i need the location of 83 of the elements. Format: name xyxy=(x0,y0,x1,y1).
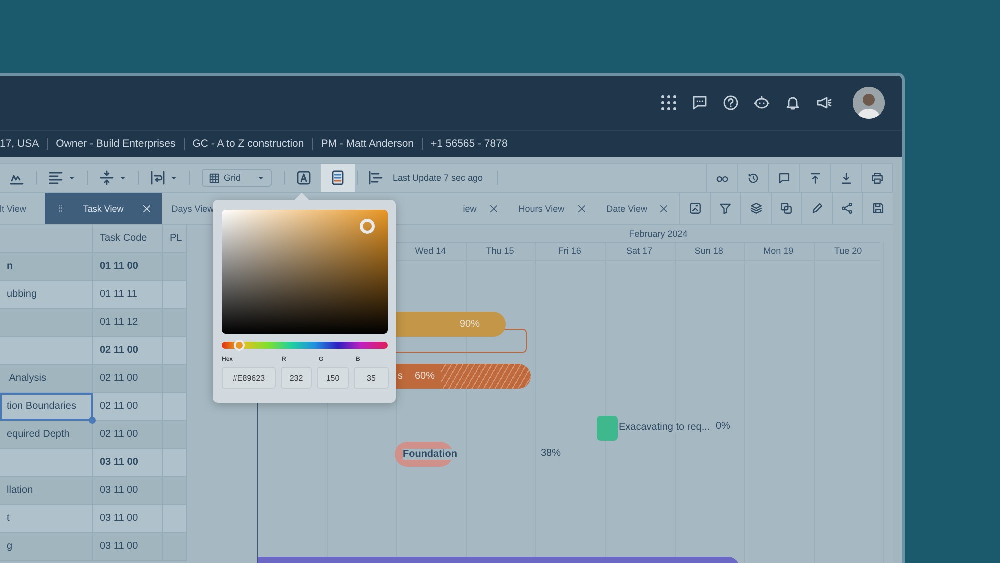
resize-handle[interactable] xyxy=(89,417,96,424)
task-bar[interactable]: s 60% xyxy=(396,364,531,389)
day-label: Thu 15 xyxy=(485,246,516,256)
close-icon xyxy=(142,204,152,214)
header-button[interactable] xyxy=(723,95,739,111)
grid-icon xyxy=(209,172,220,184)
task-label: s xyxy=(398,371,403,382)
day-label: Sun 18 xyxy=(694,246,724,256)
view-tab[interactable]: Days View xyxy=(162,193,224,224)
channel-field[interactable]: 35 xyxy=(354,367,389,389)
milestone-marker[interactable] xyxy=(597,416,618,441)
filter-icon xyxy=(719,202,732,215)
info-text: Owner - Build Enterprises xyxy=(47,138,184,150)
timeline-icon xyxy=(368,170,384,186)
close-icon xyxy=(576,204,587,214)
chat-icon xyxy=(692,95,708,111)
header-button[interactable] xyxy=(816,95,832,111)
last-update-text: Last Update 7 sec ago xyxy=(393,173,484,183)
day-label: Sat 17 xyxy=(625,246,654,256)
pencil-icon xyxy=(810,202,824,215)
hue-thumb[interactable] xyxy=(234,340,245,351)
download-icon xyxy=(840,172,852,184)
progress-label: 0% xyxy=(716,421,730,432)
table-cell: tion Boundaries xyxy=(0,393,93,421)
close-icon xyxy=(488,204,499,214)
image-edit-icon xyxy=(688,202,702,215)
day-label: Mon 19 xyxy=(762,246,795,256)
history-icon xyxy=(746,172,760,184)
upload-icon xyxy=(808,172,822,184)
view-tab[interactable]: Task View xyxy=(45,193,162,224)
grid-select[interactable]: Grid xyxy=(202,169,272,187)
view-tab[interactable]: Hours View xyxy=(508,193,597,224)
comment-icon xyxy=(778,172,790,184)
table-cell: g xyxy=(0,533,93,561)
channel-field[interactable]: 150 xyxy=(317,367,349,389)
bell-icon xyxy=(785,95,801,111)
header-button[interactable] xyxy=(692,95,708,111)
save-icon xyxy=(872,202,885,215)
info-text: +1 56565 - 7878 xyxy=(422,138,516,150)
avatar[interactable] xyxy=(853,87,885,119)
info-text: GC - A to Z construction xyxy=(184,138,312,150)
bot-icon xyxy=(754,95,770,111)
task-label: Foundation xyxy=(403,449,458,460)
progress-label: 60% xyxy=(415,371,436,382)
megaphone-icon xyxy=(816,95,832,111)
day-label: Fri 16 xyxy=(557,246,582,256)
header-button[interactable] xyxy=(661,95,677,111)
table-cell: Analysis xyxy=(0,365,93,393)
day-label: Wed 14 xyxy=(414,246,448,256)
caret-icon xyxy=(170,174,178,182)
copy-icon xyxy=(780,202,794,215)
progress-label: 38% xyxy=(541,448,562,459)
task-label: Exacavating to req... xyxy=(619,422,710,433)
progress-label: 90% xyxy=(460,319,480,330)
view-tab[interactable]: lt View xyxy=(0,193,36,224)
view-tab[interactable]: Date View xyxy=(596,193,680,224)
caret-icon xyxy=(257,174,265,182)
caret-icon xyxy=(68,174,76,182)
close-icon xyxy=(659,204,670,214)
spacing-icon xyxy=(99,170,115,186)
print-icon xyxy=(870,172,884,184)
channel-field[interactable]: 232 xyxy=(281,367,312,389)
header-button[interactable] xyxy=(754,95,770,111)
text-frame-icon xyxy=(296,170,312,186)
form-icon xyxy=(330,170,346,186)
help-icon xyxy=(723,95,739,111)
align-icon xyxy=(48,170,64,186)
share-icon xyxy=(841,202,854,215)
caret-icon xyxy=(119,174,127,182)
info-text: PM - Matt Anderson xyxy=(312,138,422,150)
view-toggle-button[interactable] xyxy=(321,164,355,192)
hue-slider[interactable] xyxy=(222,342,388,349)
info-text: 17, USA xyxy=(0,138,40,150)
color-area[interactable] xyxy=(222,210,388,334)
hex-field[interactable]: #E89623 xyxy=(222,367,276,389)
wrap-icon xyxy=(150,170,166,186)
apps-icon xyxy=(661,95,677,111)
layers-icon xyxy=(750,202,763,215)
day-label: Tue 20 xyxy=(833,246,864,256)
header-button[interactable] xyxy=(785,95,801,111)
view-tab[interactable]: iew xyxy=(453,193,509,224)
table-cell: 03 11 00 xyxy=(93,533,163,561)
color-handle[interactable] xyxy=(360,219,375,234)
